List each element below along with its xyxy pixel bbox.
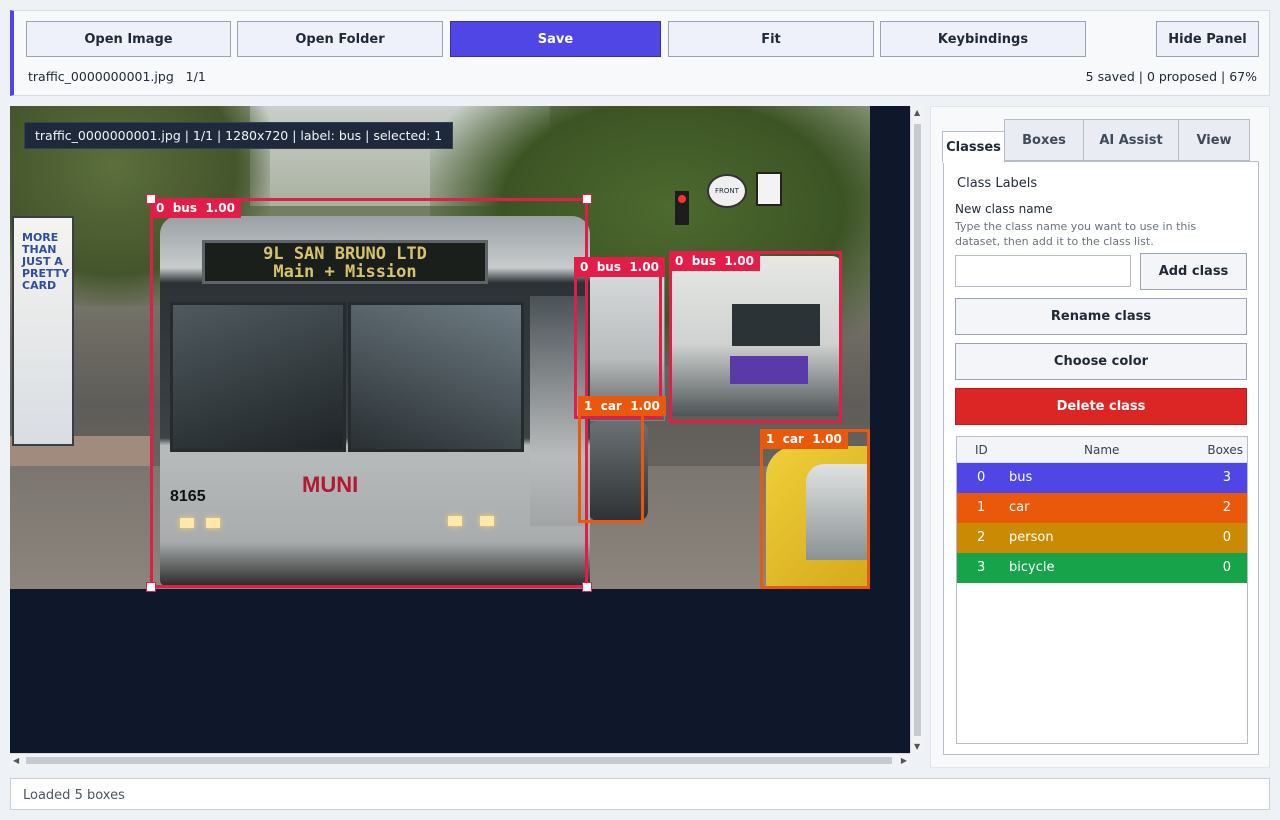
tab-classes[interactable]: Classes	[942, 131, 1005, 163]
open-folder-button[interactable]: Open Folder	[237, 21, 443, 57]
scroll-down-icon[interactable]: ▼	[914, 742, 920, 751]
choose-color-button[interactable]: Choose color	[955, 343, 1247, 380]
class-table: ID Name Boxes 0 bus 3 1 car 2 2 person 0…	[956, 436, 1248, 744]
bbox-label: 0 bus 1.00	[150, 198, 241, 218]
street-sign: FRONT	[707, 174, 747, 208]
resize-handle[interactable]	[582, 194, 592, 204]
tab-boxes[interactable]: Boxes	[1004, 119, 1084, 161]
toolbar: Open Image Open Folder Save Fit Keybindi…	[10, 10, 1270, 96]
bbox-label: 1 car 1.00	[760, 429, 848, 449]
resize-handle[interactable]	[146, 582, 156, 592]
keybindings-button[interactable]: Keybindings	[880, 21, 1086, 57]
classes-tab-panel: Class Labels New class name Type the cla…	[943, 161, 1259, 755]
vertical-scrollbar[interactable]: ▲ ▼	[910, 106, 924, 753]
traffic-light	[675, 191, 689, 225]
resize-handle[interactable]	[582, 582, 592, 592]
scroll-thumb[interactable]	[26, 757, 892, 764]
file-info: traffic_0000000001.jpg 1/1	[28, 69, 206, 84]
bbox-bus[interactable]: 0 bus 1.00	[669, 251, 842, 423]
fit-button[interactable]: Fit	[668, 21, 874, 57]
scroll-up-icon[interactable]: ▲	[914, 108, 920, 117]
save-button[interactable]: Save	[450, 21, 661, 57]
new-class-input[interactable]	[955, 255, 1131, 287]
bbox-car[interactable]: 1 car 1.00	[760, 429, 870, 589]
open-image-button[interactable]: Open Image	[26, 21, 231, 57]
kiosk: MORE THAN JUST A PRETTY CARD	[12, 216, 74, 446]
bbox-label: 0 bus 1.00	[574, 257, 665, 277]
save-summary: 5 saved | 0 proposed | 67%	[1085, 69, 1257, 84]
status-bar: Loaded 5 boxes	[10, 778, 1270, 810]
bbox-bus[interactable]: 0 bus 1.00	[574, 257, 665, 419]
resize-handle[interactable]	[146, 194, 156, 204]
bbox-label: 1 car 1.00	[578, 396, 666, 416]
tab-view[interactable]: View	[1178, 119, 1250, 161]
canvas-info-overlay: traffic_0000000001.jpg | 1/1 | 1280x720 …	[24, 122, 454, 149]
table-row[interactable]: 1 car 2	[957, 493, 1247, 523]
bbox-label: 0 bus 1.00	[669, 251, 760, 271]
delete-class-button[interactable]: Delete class	[955, 388, 1247, 425]
help-text: Type the class name you want to use in t…	[955, 220, 1197, 248]
side-panel: Boxes AI Assist View Class Labels New cl…	[930, 106, 1270, 768]
scroll-right-icon[interactable]: ▶	[901, 756, 907, 765]
tab-ai-assist[interactable]: AI Assist	[1083, 119, 1179, 161]
add-class-button[interactable]: Add class	[1140, 253, 1247, 290]
scroll-thumb[interactable]	[914, 124, 921, 736]
section-title: Class Labels	[957, 176, 1038, 191]
image-canvas[interactable]: MORE THAN JUST A PRETTY CARD FRONT 9L SA…	[10, 106, 910, 753]
horizontal-scrollbar[interactable]: ◀ ▶	[10, 753, 910, 767]
table-row[interactable]: 3 bicycle 0	[957, 553, 1247, 583]
table-row[interactable]: 2 person 0	[957, 523, 1247, 553]
scroll-left-icon[interactable]: ◀	[13, 756, 19, 765]
bbox-car[interactable]: 1 car 1.00	[578, 396, 666, 523]
table-header: ID Name Boxes	[957, 437, 1247, 463]
table-row[interactable]: 0 bus 3	[957, 463, 1247, 493]
rename-class-button[interactable]: Rename class	[955, 298, 1247, 335]
hide-panel-button[interactable]: Hide Panel	[1156, 21, 1259, 57]
bbox-bus-selected[interactable]: 0 bus 1.00	[146, 194, 592, 592]
new-class-label: New class name	[955, 202, 1053, 216]
